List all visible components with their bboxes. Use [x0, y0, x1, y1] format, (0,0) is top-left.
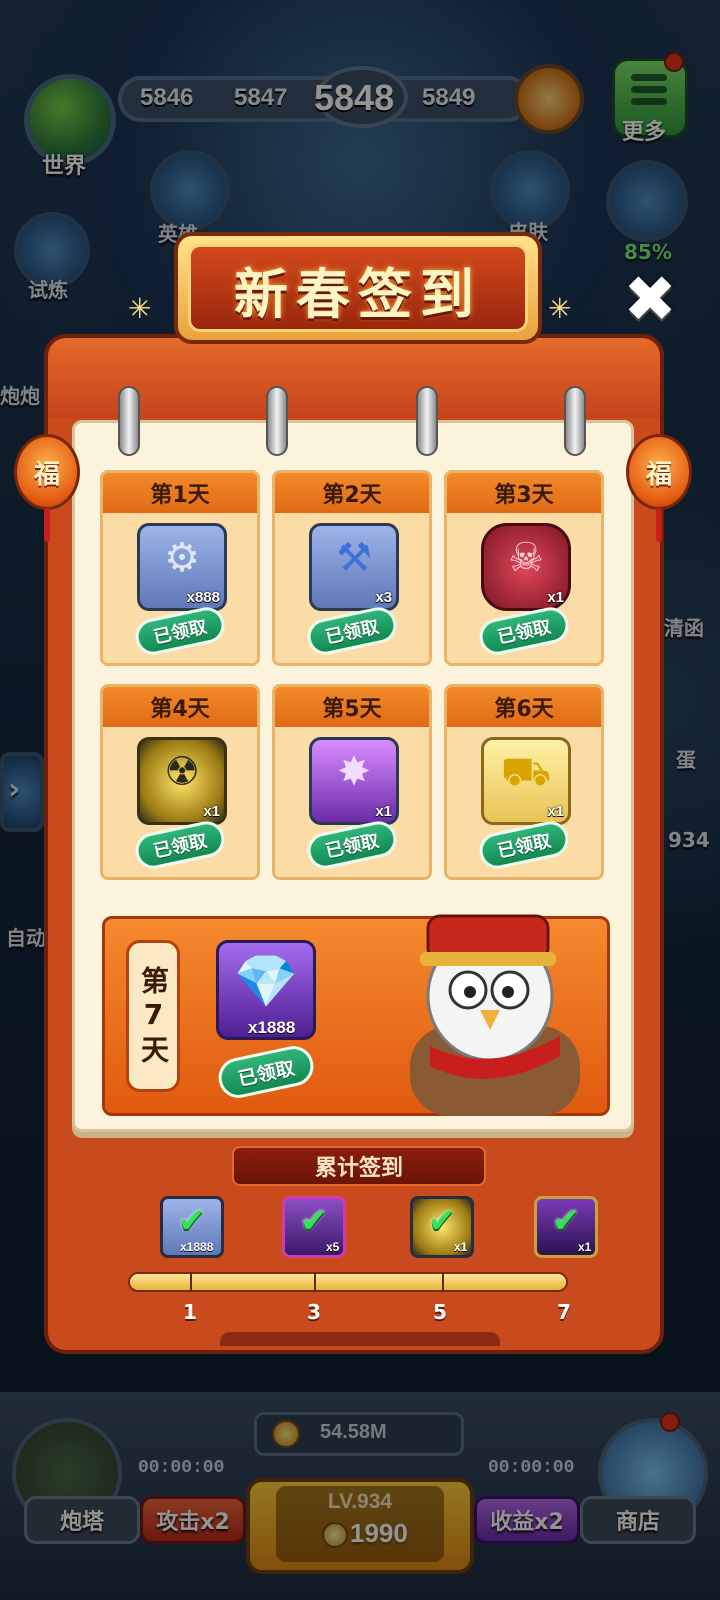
day-label: 第2天	[275, 473, 429, 513]
lantern-tassel	[656, 508, 662, 542]
item-qty: x888	[186, 589, 220, 606]
item-qty: x1	[547, 589, 564, 606]
milestone-label: 3	[307, 1300, 321, 1324]
reward-qty: x1	[454, 1240, 468, 1254]
cumulative-progress	[128, 1272, 568, 1292]
day-label: 第1天	[103, 473, 257, 513]
progress-tick	[314, 1272, 316, 1292]
milestone-label: 7	[557, 1300, 571, 1324]
day7-label: 第7天	[126, 940, 180, 1092]
day-card-6[interactable]: 第6天 ⛟ x1 已领取	[444, 684, 604, 880]
close-button[interactable]: ✖	[618, 268, 682, 332]
check-icon: ✔	[551, 1201, 581, 1241]
day-label: 第6天	[447, 687, 601, 727]
item-qty: x1	[547, 803, 564, 820]
claimed-badge: 已领取	[132, 818, 228, 872]
progress-fill	[130, 1274, 566, 1290]
binder-ring	[118, 386, 140, 456]
skull-icon: ☠ x1	[481, 523, 571, 611]
binder-ring	[416, 386, 438, 456]
day-card-4[interactable]: 第4天 ☢ x1 已领取	[100, 684, 260, 880]
milestone-label: 5	[433, 1300, 447, 1324]
claimed-badge: 已领取	[132, 604, 228, 658]
lantern-right: 福	[626, 434, 692, 510]
milestone-label: 1	[183, 1300, 197, 1324]
day-card-2[interactable]: 第2天 ⚒ x3 已领取	[272, 470, 432, 666]
lantern-left: 福	[14, 434, 80, 510]
reward-qty: x5	[326, 1240, 340, 1254]
day-card-3[interactable]: 第3天 ☠ x1 已领取	[444, 470, 604, 666]
binder-ring	[266, 386, 288, 456]
modal-title: 新春签到	[234, 263, 482, 326]
progress-tick	[190, 1272, 192, 1292]
claimed-badge: 已领取	[304, 818, 400, 872]
check-icon: ✔	[427, 1201, 457, 1241]
tank-icon: ⛟ x1	[481, 737, 571, 825]
claimed-badge: 已领取	[304, 604, 400, 658]
radiation-icon: ☢ x1	[137, 737, 227, 825]
item-qty: x1	[203, 803, 220, 820]
sparkle-icon: ✳	[128, 292, 152, 325]
day-card-1[interactable]: 第1天 ⚙ x888 已领取	[100, 470, 260, 666]
item-qty: x3	[375, 589, 392, 606]
day-card-5[interactable]: 第5天 ✸ x1 已领取	[272, 684, 432, 880]
binder-ring	[564, 386, 586, 456]
claimed-badge: 已领取	[476, 604, 572, 658]
reward-qty: x1888	[180, 1240, 214, 1254]
day7-qty: x1888	[248, 1018, 296, 1037]
anvil-icon: ⚒ x3	[309, 523, 399, 611]
close-icon: ✖	[623, 263, 677, 337]
claimed-badge: 已领取	[476, 818, 572, 872]
cumulative-title: 累计签到	[232, 1146, 486, 1186]
item-qty: x1	[375, 803, 392, 820]
progress-tick	[442, 1272, 444, 1292]
check-icon: ✔	[299, 1201, 329, 1241]
sparkle-icon: ✳	[548, 292, 572, 325]
rooster-mascot	[410, 914, 580, 1116]
gem-icon: 💎	[233, 952, 299, 1012]
board-bottom-trim	[220, 1332, 500, 1346]
check-icon: ✔	[177, 1201, 207, 1241]
day-label: 第4天	[103, 687, 257, 727]
reward-qty: x1	[578, 1240, 592, 1254]
day-label: 第3天	[447, 473, 601, 513]
explosion-icon: ✸ x1	[309, 737, 399, 825]
day-label: 第5天	[275, 687, 429, 727]
gear-icon: ⚙ x888	[137, 523, 227, 611]
lantern-tassel	[44, 508, 50, 542]
